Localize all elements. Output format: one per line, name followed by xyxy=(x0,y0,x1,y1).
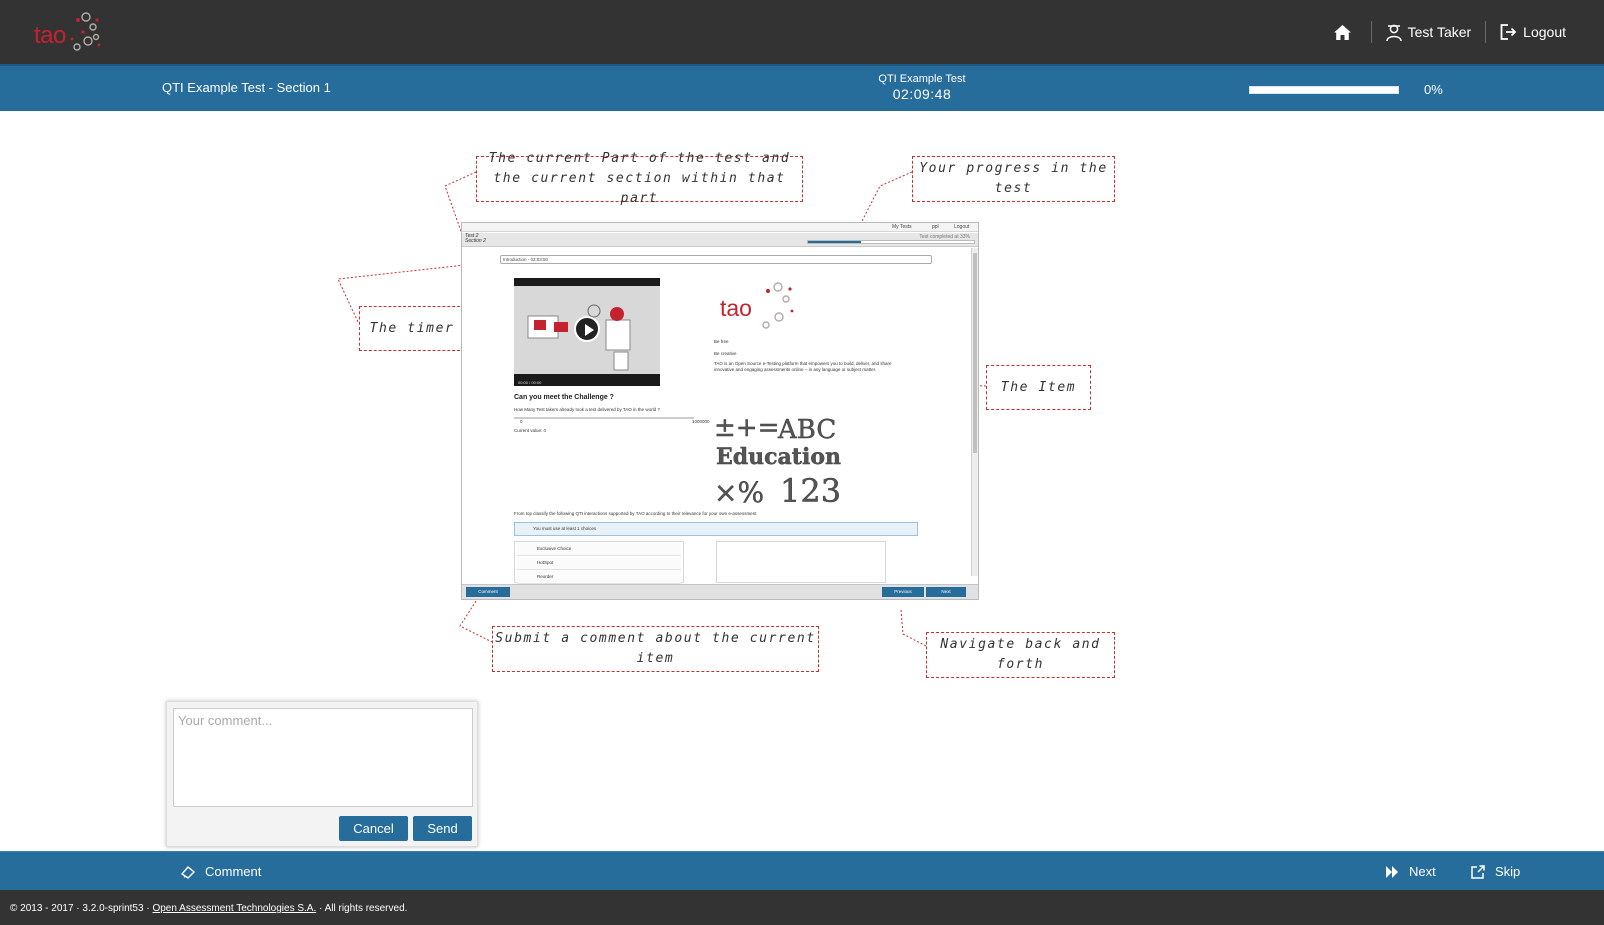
user-icon xyxy=(1385,24,1402,41)
copyright-text: © 2013 - 2017 · 3.2.0-sprint53 · Open As… xyxy=(10,903,407,914)
mock-slider-min: 0 xyxy=(520,419,523,424)
comment-label: Comment xyxy=(205,864,262,879)
mock-section-bar: Test 2 Section 2 Test completed at 33% xyxy=(462,233,978,247)
mock-notice: You must use at least 1 choices xyxy=(514,522,918,536)
edu-symbols-top: ±+= xyxy=(714,413,779,443)
cancel-button[interactable]: Cancel xyxy=(339,816,408,841)
copyright-suffix: · All rights reserved. xyxy=(319,903,408,914)
external-link-icon xyxy=(1471,864,1485,879)
logout-label: Logout xyxy=(1523,24,1566,40)
mock-my-tests: My Tests xyxy=(892,224,912,230)
progress-label: 0% xyxy=(1424,82,1443,97)
mock-next-button: Next xyxy=(926,587,966,597)
test-info: QTI Example Test 02:09:48 xyxy=(822,73,1022,102)
mock-video-time: 00:00 / 00:00 xyxy=(518,380,542,385)
mock-logout: Logout xyxy=(954,224,970,230)
copyright-prefix: © 2013 - 2017 · 3.2.0-sprint53 · xyxy=(10,903,150,914)
home-button[interactable] xyxy=(1320,21,1371,43)
send-button[interactable]: Send xyxy=(413,816,472,841)
mock-logo-dots xyxy=(762,282,794,329)
logo-text: tao xyxy=(34,22,66,49)
mock-choice-list: Exclusive Choice HotSpot Reorder xyxy=(514,541,684,584)
callout-timer: The timer xyxy=(359,306,465,351)
mock-choice: Exclusive Choice xyxy=(517,543,681,556)
next-button[interactable]: Next xyxy=(1386,852,1436,891)
comment-textarea[interactable] xyxy=(173,708,473,807)
callout-comment: Submit a comment about the current item xyxy=(492,626,819,672)
callout-navigate-text: Navigate back and forth xyxy=(940,637,1101,672)
comment-popup: Cancel Send xyxy=(166,701,478,847)
test-title-bar: QTI Example Test - Section 1 QTI Example… xyxy=(0,64,1604,111)
mock-top-bar: My Tests ppl Logout xyxy=(462,223,978,232)
top-navigation: Test Taker Logout xyxy=(1320,0,1580,64)
logout-button[interactable]: Logout xyxy=(1486,21,1580,43)
callout-part-section-line2: the current section within that part xyxy=(493,171,786,206)
skip-label: Skip xyxy=(1495,864,1521,879)
test-taker-menu[interactable]: Test Taker xyxy=(1372,21,1486,43)
mock-timer: Introduction - 02:03:50 xyxy=(500,255,932,264)
mock-education-image: ±+= ABC Education ×% 123 xyxy=(714,408,864,510)
mock-notice-text: You must use at least 1 choices xyxy=(533,526,597,531)
mock-current-value: Current value: 0 xyxy=(514,428,547,433)
mock-user: ppl xyxy=(932,224,939,230)
test-timer: 02:09:48 xyxy=(892,86,952,102)
mock-be-creative: Be creative xyxy=(714,351,737,356)
mock-section-label: Section 2 xyxy=(465,238,486,244)
mock-slider-prompt: How Many Test takers already took a test… xyxy=(514,407,660,412)
callout-part-section: The current Part of the test and the cur… xyxy=(476,151,803,206)
mock-be-free: Be free xyxy=(714,339,729,344)
mock-slider xyxy=(514,417,694,419)
app-header: tao Test Taker Logout xyxy=(0,0,1604,64)
mock-scrollbar xyxy=(971,248,978,576)
progress-bar xyxy=(1249,86,1399,94)
tao-logo[interactable]: tao xyxy=(30,8,110,56)
mock-tao-logo: tao xyxy=(720,295,752,321)
education-illustration: ±+= ABC Education ×% 123 xyxy=(714,413,841,510)
mock-previous-button: Previous xyxy=(882,587,924,597)
mock-comment-button: Comment xyxy=(466,587,510,597)
comment-button[interactable]: Comment xyxy=(181,852,261,891)
mock-order-prompt: From top classify the following QTI inte… xyxy=(514,511,757,516)
mock-part-section: Test 2 Section 2 xyxy=(465,234,486,244)
play-icon xyxy=(574,316,600,342)
edu-word: Education xyxy=(716,444,841,470)
mock-blurb: TAO is an Open Source e-Testing platform… xyxy=(714,361,892,372)
mock-question: Can you meet the Challenge ? xyxy=(514,394,614,401)
mock-choice: HotSpot xyxy=(517,557,681,570)
test-action-bar: Comment Next Skip xyxy=(0,851,1604,890)
mock-choice: Reorder xyxy=(517,571,681,584)
edu-symbols-bottom: ×% xyxy=(714,476,764,508)
callout-progress-text: Your progress in the test xyxy=(919,161,1108,196)
callout-item-text: The Item xyxy=(1000,379,1077,395)
edu-abc: ABC xyxy=(777,415,836,445)
callout-comment-text: Submit a comment about the current item xyxy=(495,631,816,666)
callout-progress: Your progress in the test xyxy=(912,156,1115,202)
next-label: Next xyxy=(1409,864,1436,879)
mock-action-bar: Comment Previous Next xyxy=(462,584,978,599)
callout-part-section-line1: The current Part of the test and xyxy=(488,151,791,166)
edu-123: 123 xyxy=(780,472,841,508)
mock-video-player: 00:00 / 00:00 xyxy=(514,278,660,386)
callout-timer-text: The timer xyxy=(369,320,455,336)
callout-navigate: Navigate back and forth xyxy=(926,632,1115,678)
comment-icon xyxy=(181,865,195,879)
mock-drop-zone xyxy=(716,541,886,583)
test-taker-label: Test Taker xyxy=(1407,24,1472,40)
mock-slider-max: 1000000 xyxy=(692,419,710,424)
skip-button[interactable]: Skip xyxy=(1471,852,1520,891)
mock-progress-bar xyxy=(807,240,975,244)
logout-icon xyxy=(1500,24,1517,40)
app-footer: © 2013 - 2017 · 3.2.0-sprint53 · Open As… xyxy=(0,890,1604,925)
test-name: QTI Example Test xyxy=(878,73,966,85)
fast-forward-icon xyxy=(1386,865,1398,878)
tutorial-screenshot: My Tests ppl Logout Test 2 Section 2 Tes… xyxy=(461,222,979,600)
company-link[interactable]: Open Assessment Technologies S.A. xyxy=(152,903,316,914)
home-icon xyxy=(1333,24,1351,40)
callout-item: The Item xyxy=(986,365,1091,410)
section-title: QTI Example Test - Section 1 xyxy=(162,80,331,95)
